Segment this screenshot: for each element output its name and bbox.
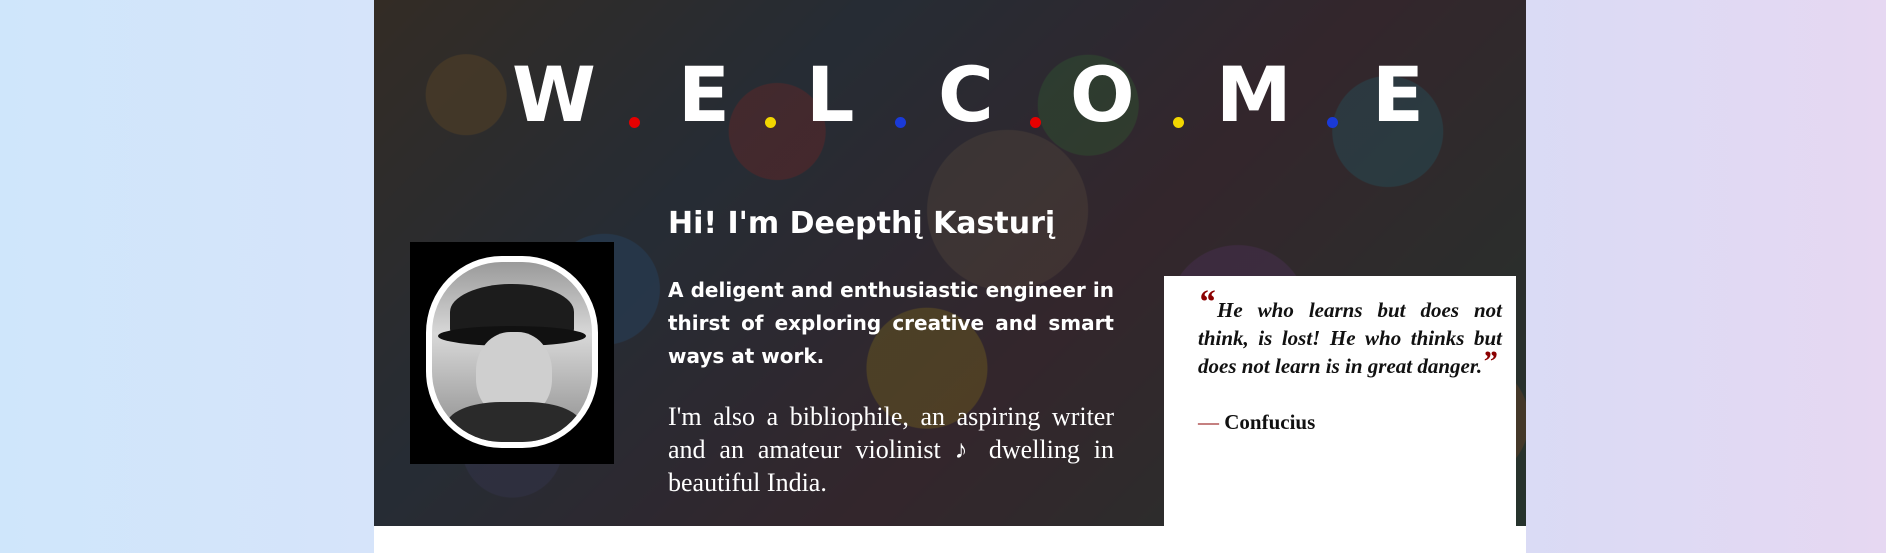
welcome-dot-1 bbox=[629, 117, 640, 128]
welcome-letter-o: O bbox=[1070, 50, 1135, 139]
welcome-letter-l: L bbox=[806, 50, 855, 139]
quote-body: He who learns but does not think, is los… bbox=[1198, 298, 1502, 378]
welcome-heading: W E L C O M E bbox=[374, 50, 1526, 140]
greeting-heading: Hi! I'm Deepthį Kasturį bbox=[668, 206, 1056, 241]
avatar-body-shape bbox=[446, 402, 582, 442]
welcome-letter-e: E bbox=[678, 50, 730, 139]
welcome-letter-w: W bbox=[512, 50, 596, 139]
welcome-letter-c: C bbox=[938, 50, 994, 139]
intro-text: A deligent and enthusiastic engineer in … bbox=[668, 278, 1114, 368]
welcome-dot-6 bbox=[1327, 117, 1338, 128]
quote-text-block: “He who learns but does not think, is lo… bbox=[1198, 286, 1502, 380]
welcome-dot-3 bbox=[895, 117, 906, 128]
open-quote-icon: “ bbox=[1198, 284, 1215, 321]
hobbies-text: I'm also a bibliophile, an aspiring writ… bbox=[668, 402, 1114, 497]
quote-card: “He who learns but does not think, is lo… bbox=[1164, 276, 1516, 526]
page-container: W E L C O M E Hi! I'm Deepthį Kasturį A … bbox=[374, 0, 1526, 553]
attribution-dash: — bbox=[1198, 410, 1219, 434]
welcome-dot-5 bbox=[1173, 117, 1184, 128]
avatar bbox=[426, 256, 598, 448]
welcome-dot-2 bbox=[765, 117, 776, 128]
hero-banner: W E L C O M E Hi! I'm Deepthį Kasturį A … bbox=[374, 0, 1526, 526]
welcome-letter-m: M bbox=[1216, 50, 1292, 139]
welcome-dot-4 bbox=[1030, 117, 1041, 128]
quote-author: Confucius bbox=[1224, 410, 1316, 434]
quote-attribution: — Confucius bbox=[1198, 410, 1502, 435]
welcome-letter-e2: E bbox=[1372, 50, 1424, 139]
close-quote-icon: ” bbox=[1482, 345, 1498, 378]
profile-photo-frame bbox=[410, 242, 614, 464]
